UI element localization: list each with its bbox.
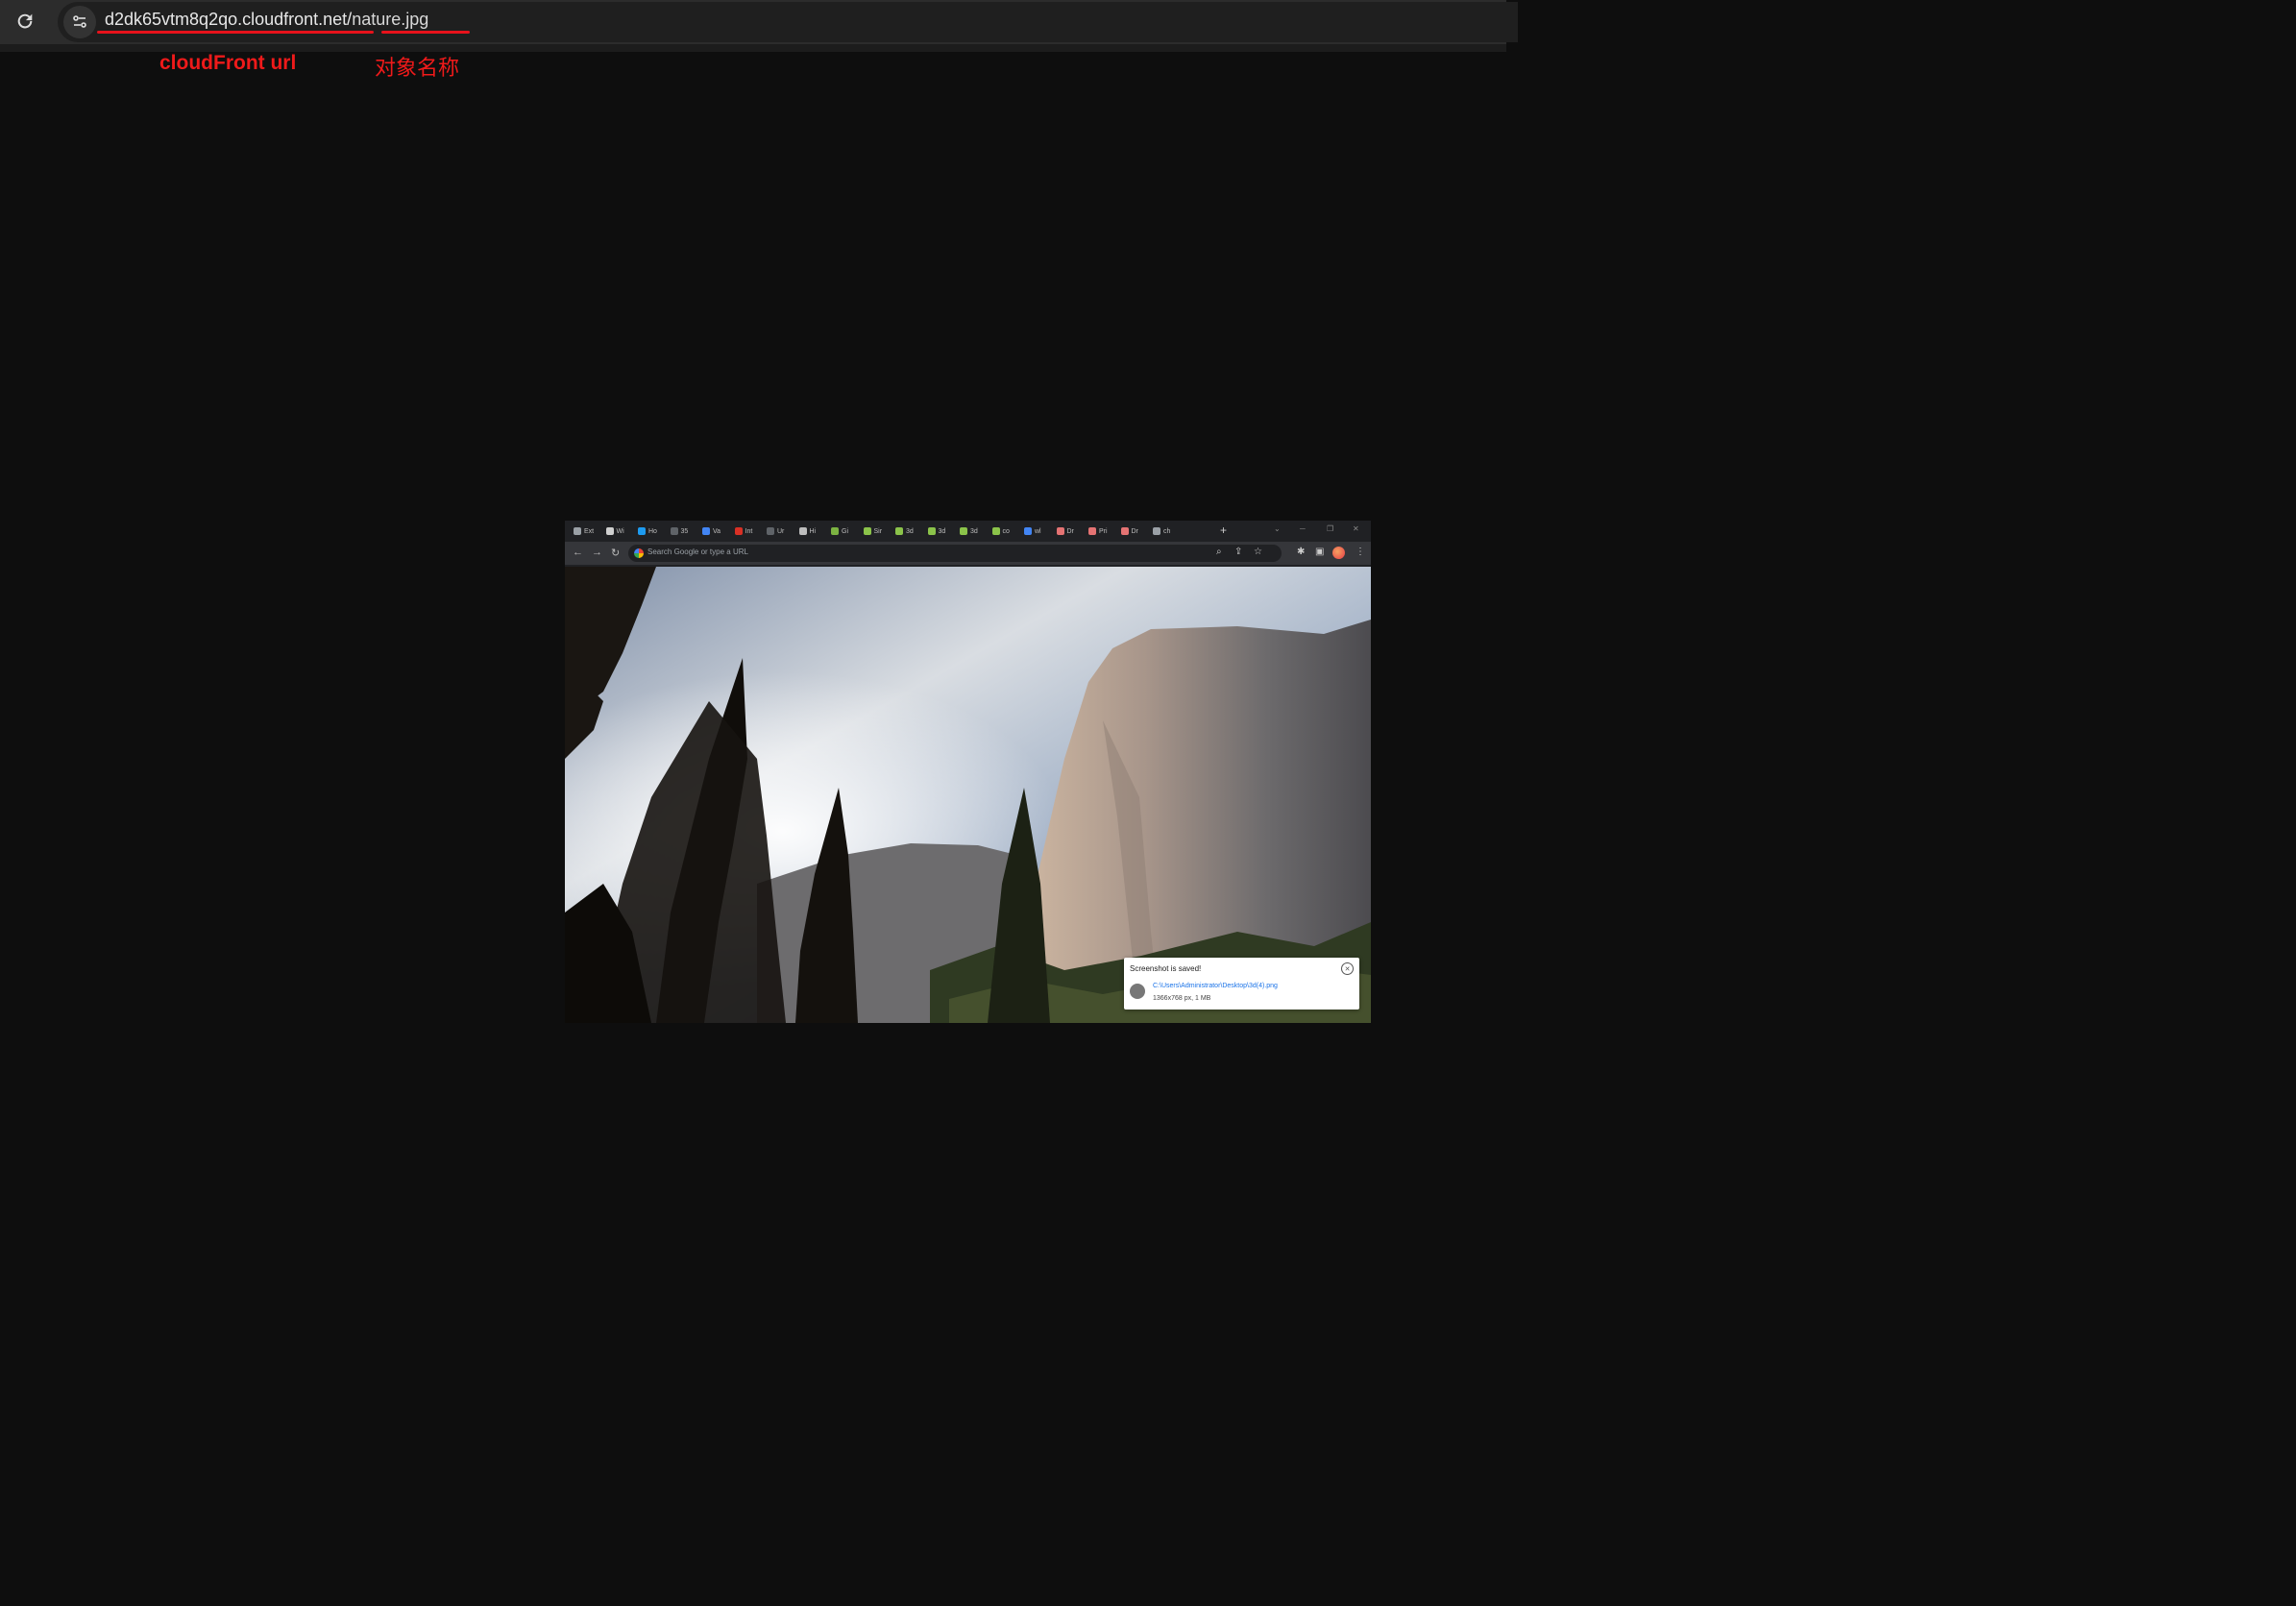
new-tab-icon: + [1220, 523, 1228, 537]
inner-tab: ch [1153, 524, 1170, 538]
tab-favicon-icon [702, 527, 710, 535]
inner-tab-bar: + ⌄ ─ ❐ ✕ Ext Wi Ho 35 Va Int Ur Hi Gi Sir 3d 3d 3d c… [565, 521, 1371, 542]
tab-label: Wi [616, 527, 624, 535]
inner-tab: Ur [767, 524, 784, 538]
tab-favicon-icon [1120, 527, 1129, 535]
tune-icon[interactable] [63, 6, 96, 38]
sidepanel-icon: ▣ [1315, 547, 1325, 557]
tab-favicon-icon [927, 527, 936, 535]
extensions-icon: ✱ [1297, 547, 1306, 557]
tab-label: ch [1163, 527, 1171, 535]
nature-photo [565, 567, 1371, 1023]
inner-tab: Ho [638, 524, 657, 538]
tab-label: 3d [970, 527, 978, 535]
inner-tab: Sir [863, 524, 883, 538]
restore-icon: ❐ [1327, 524, 1334, 533]
tab-favicon-icon [1153, 527, 1160, 535]
reload-icon: ↻ [611, 548, 621, 559]
inner-tab: Gi [831, 524, 848, 538]
tab-favicon-icon [574, 527, 581, 535]
tab-label: Int [745, 527, 753, 535]
share-icon: ⇪ [1234, 547, 1243, 557]
inner-tab: co [991, 524, 1010, 538]
inner-tab: 3d [960, 524, 978, 538]
tab-label: wl [1035, 527, 1041, 535]
inner-tab: 35 [670, 524, 689, 538]
folder-icon [1130, 984, 1145, 999]
inner-tab: 3d [895, 524, 914, 538]
tab-label: Va [713, 527, 721, 535]
chevron-down-icon: ⌄ [1274, 524, 1281, 533]
menu-icon: ⋮ [1356, 547, 1365, 557]
google-icon [634, 548, 644, 558]
tab-favicon-icon [638, 527, 646, 535]
path-underline [381, 31, 470, 34]
tab-label: co [1002, 527, 1010, 535]
tab-favicon-icon [831, 527, 839, 535]
reload-icon[interactable] [12, 8, 38, 35]
avatar [1332, 547, 1345, 559]
inner-omnibox: Search Google or type a URL [628, 545, 1282, 562]
tab-favicon-icon [767, 527, 774, 535]
tab-label: 35 [680, 527, 689, 535]
tab-favicon-icon [895, 527, 903, 535]
tab-favicon-icon [1024, 527, 1032, 535]
inner-tab: Dr [1056, 524, 1074, 538]
star-icon: ☆ [1254, 547, 1262, 557]
url-path: nature.jpg [352, 10, 429, 29]
tab-label: Hi [809, 527, 817, 535]
tab-favicon-icon [605, 527, 614, 535]
inner-tab: Int [734, 524, 753, 538]
zoom-icon: ⌕ [1216, 547, 1222, 557]
inner-nav-bar: ← → ↻ Search Google or type a URL ⌕ ⇪ ☆ … [565, 542, 1371, 565]
tab-label: Pri [1099, 527, 1108, 535]
tab-label: Ho [648, 527, 657, 535]
tab-label: Sir [873, 527, 883, 535]
tab-label: Dr [1131, 527, 1138, 535]
tab-favicon-icon [863, 527, 871, 535]
tab-label: Dr [1066, 527, 1074, 535]
inner-tab: Ext [574, 524, 594, 538]
tab-favicon-icon [1056, 527, 1064, 535]
tab-label: Gi [842, 527, 848, 535]
tab-label: Ur [777, 527, 785, 535]
close-icon: ✕ [1353, 524, 1359, 533]
toast-title: Screenshot is saved! [1130, 964, 1202, 973]
close-icon: ✕ [1341, 962, 1354, 975]
omnibox-placeholder: Search Google or type a URL [647, 548, 748, 556]
tab-favicon-icon [734, 527, 743, 535]
toast-file-path: C:\Users\Administrator\Desktop\3d(4).png [1153, 983, 1278, 989]
host-underline [97, 31, 374, 34]
minimize-icon: ─ [1300, 524, 1306, 533]
displayed-image: + ⌄ ─ ❐ ✕ Ext Wi Ho 35 Va Int Ur Hi Gi Sir 3d 3d 3d c… [565, 521, 1371, 1023]
inner-tab: 3d [927, 524, 946, 538]
tab-favicon-icon [1088, 527, 1096, 535]
forward-icon: → [592, 547, 602, 558]
tab-favicon-icon [670, 527, 678, 535]
tab-favicon-icon [798, 527, 807, 535]
path-annotation: 对象名称 [375, 56, 460, 80]
inner-tab: Wi [605, 524, 624, 538]
inner-tab: Dr [1120, 524, 1138, 538]
tab-label: 3d [938, 527, 946, 535]
tab-label: Ext [584, 527, 595, 535]
inner-tab: Pri [1088, 524, 1108, 538]
inner-tab: Hi [798, 524, 817, 538]
url-text[interactable]: d2dk65vtm8q2qo.cloudfront.net/nature.jpg [105, 10, 428, 30]
inner-tab: Va [702, 524, 721, 538]
toolbar-divider [0, 44, 1506, 52]
inner-tab: wl [1024, 524, 1041, 538]
tab-label: 3d [906, 527, 914, 535]
toast-file-info: 1366x768 px, 1 MB [1153, 995, 1211, 1002]
tab-favicon-icon [991, 527, 1000, 535]
back-icon: ← [573, 547, 583, 558]
tab-favicon-icon [960, 527, 967, 535]
screenshot-saved-toast: Screenshot is saved! ✕ C:\Users\Administ… [1124, 958, 1359, 1010]
url-host: d2dk65vtm8q2qo.cloudfront.net/ [105, 10, 353, 29]
host-annotation: cloudFront url [159, 52, 297, 74]
